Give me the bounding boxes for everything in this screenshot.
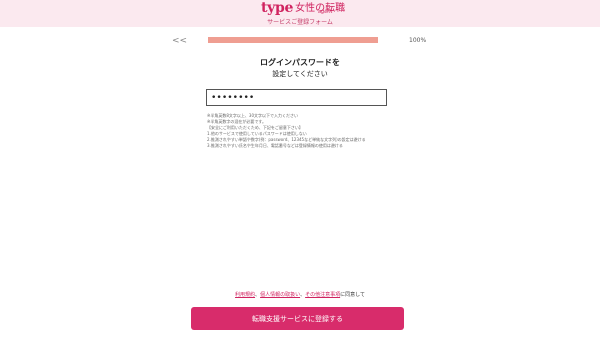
progress-bar xyxy=(208,37,378,43)
logo-agent: agent xyxy=(318,9,333,15)
note-line: 3.推測されやすい氏名や生年月日、電話番号などは登録情報の使用は避ける xyxy=(207,143,343,148)
password-input[interactable] xyxy=(206,89,387,106)
form-subtitle: サービスご登録フォーム xyxy=(267,19,333,26)
other-notes-link[interactable]: その他注意事項 xyxy=(305,292,340,298)
header: type 女性の転職 agent サービスご登録フォーム xyxy=(0,0,600,27)
progress-percent: 100% xyxy=(409,37,427,44)
password-notes: ※半角英数8文字以上、30文字以下で入力ください ※半角英数字の混在が必要です。… xyxy=(207,113,407,149)
page-subtitle: 設定してください xyxy=(272,70,328,78)
back-button[interactable]: << xyxy=(172,36,187,46)
terms-link[interactable]: 利用規約 xyxy=(235,292,255,298)
logo-type: type xyxy=(261,0,294,16)
agreement-text: 利用規約、個人情報の取扱い、その他注意事項に同意して xyxy=(0,291,600,298)
logo[interactable]: type 女性の転職 xyxy=(261,0,345,16)
privacy-link[interactable]: 個人情報の取扱い xyxy=(260,292,300,298)
page-title: ログインパスワードを xyxy=(260,58,340,67)
agreement-suffix: に同意して xyxy=(340,292,365,298)
register-button[interactable]: 転職支援サービスに登録する xyxy=(191,307,404,330)
progress-fill xyxy=(208,37,378,43)
